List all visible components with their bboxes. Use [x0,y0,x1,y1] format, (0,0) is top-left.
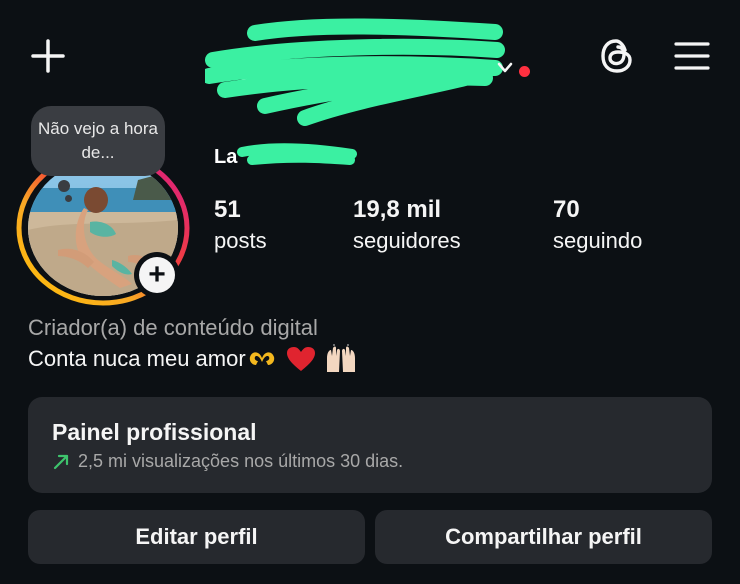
profile-category[interactable]: Criador(a) de conteúdo digital [28,315,318,341]
bio-text: Conta nuca meu amor [28,346,246,371]
heart-hands-emoji [249,352,274,365]
dashboard-subtitle: 2,5 mi visualizações nos últimos 30 dias… [52,451,403,472]
note-bubble[interactable]: Não vejo a hora de... [31,106,165,176]
menu-button[interactable] [670,36,714,76]
display-name: La [212,138,362,170]
add-story-button[interactable]: + [134,252,180,298]
username-switcher[interactable]: L____a__ [205,18,535,126]
stat-label: seguidores [353,228,461,253]
redaction-scribble [205,18,505,126]
redaction-scribble [237,143,357,165]
note-tail-small [65,195,72,202]
new-post-button[interactable] [28,36,68,76]
stat-label: seguindo [553,228,643,253]
bio-line: Conta nuca meu amor [28,344,358,374]
note-text: Não vejo a hora de... [37,119,159,162]
share-profile-button[interactable]: Compartilhar perfil [375,510,712,564]
stat-followers[interactable]: 19,8 mil seguidores [353,196,461,258]
note-tail [58,180,70,192]
stat-value: 51 [214,196,241,223]
edit-profile-button[interactable]: Editar perfil [28,510,365,564]
arrow-up-right-icon [53,454,69,469]
red-heart-emoji [286,347,315,371]
stat-value: 70 [553,196,580,223]
dashboard-title: Painel profissional [52,419,257,445]
threads-icon [601,39,632,73]
dashboard-subtitle-text: 2,5 mi visualizações nos últimos 30 dias… [78,451,404,471]
hamburger-menu-icon [674,42,710,70]
plus-icon [31,39,65,73]
stat-value: 19,8 mil [353,196,442,223]
share-profile-label: Compartilhar perfil [445,524,642,549]
raising-hands-emoji [326,344,355,372]
stat-label: posts [214,228,267,253]
notification-dot [519,66,530,77]
threads-button[interactable] [595,34,639,78]
stat-following[interactable]: 70 seguindo [553,196,642,258]
plus-icon: + [139,257,175,293]
stat-posts[interactable]: 51 posts [214,196,267,258]
chevron-down-icon [497,62,513,73]
professional-dashboard-card[interactable]: Painel profissional 2,5 mi visualizações… [28,397,712,493]
edit-profile-label: Editar perfil [135,524,258,549]
